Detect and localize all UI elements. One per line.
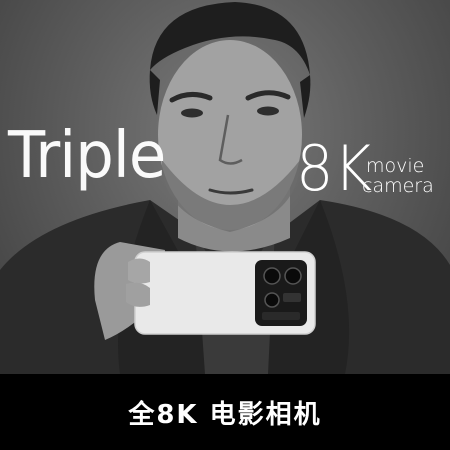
headline-camera: camera bbox=[362, 175, 434, 197]
ad-banner: Triple 8K movie camera 全8K 电影相机 bbox=[0, 0, 450, 450]
eye-right bbox=[257, 106, 279, 116]
headline-8k: 8K bbox=[296, 132, 373, 205]
lens-3 bbox=[264, 292, 280, 308]
finger-1 bbox=[128, 258, 150, 284]
lens-2 bbox=[284, 267, 302, 285]
caption-text: 全8K 电影相机 bbox=[128, 399, 322, 430]
caption-bar: 全8K 电影相机 bbox=[0, 374, 450, 450]
headline-triple: Triple bbox=[8, 119, 166, 193]
headline-movie: movie bbox=[366, 155, 425, 177]
mini-display bbox=[262, 312, 300, 320]
product-photo: Triple 8K movie camera bbox=[0, 0, 450, 374]
flash bbox=[283, 293, 301, 302]
eye-left bbox=[181, 108, 203, 118]
hair-side-left bbox=[149, 70, 160, 115]
lens-1 bbox=[263, 267, 281, 285]
hair-side-right bbox=[300, 75, 311, 118]
finger-2 bbox=[126, 282, 150, 307]
